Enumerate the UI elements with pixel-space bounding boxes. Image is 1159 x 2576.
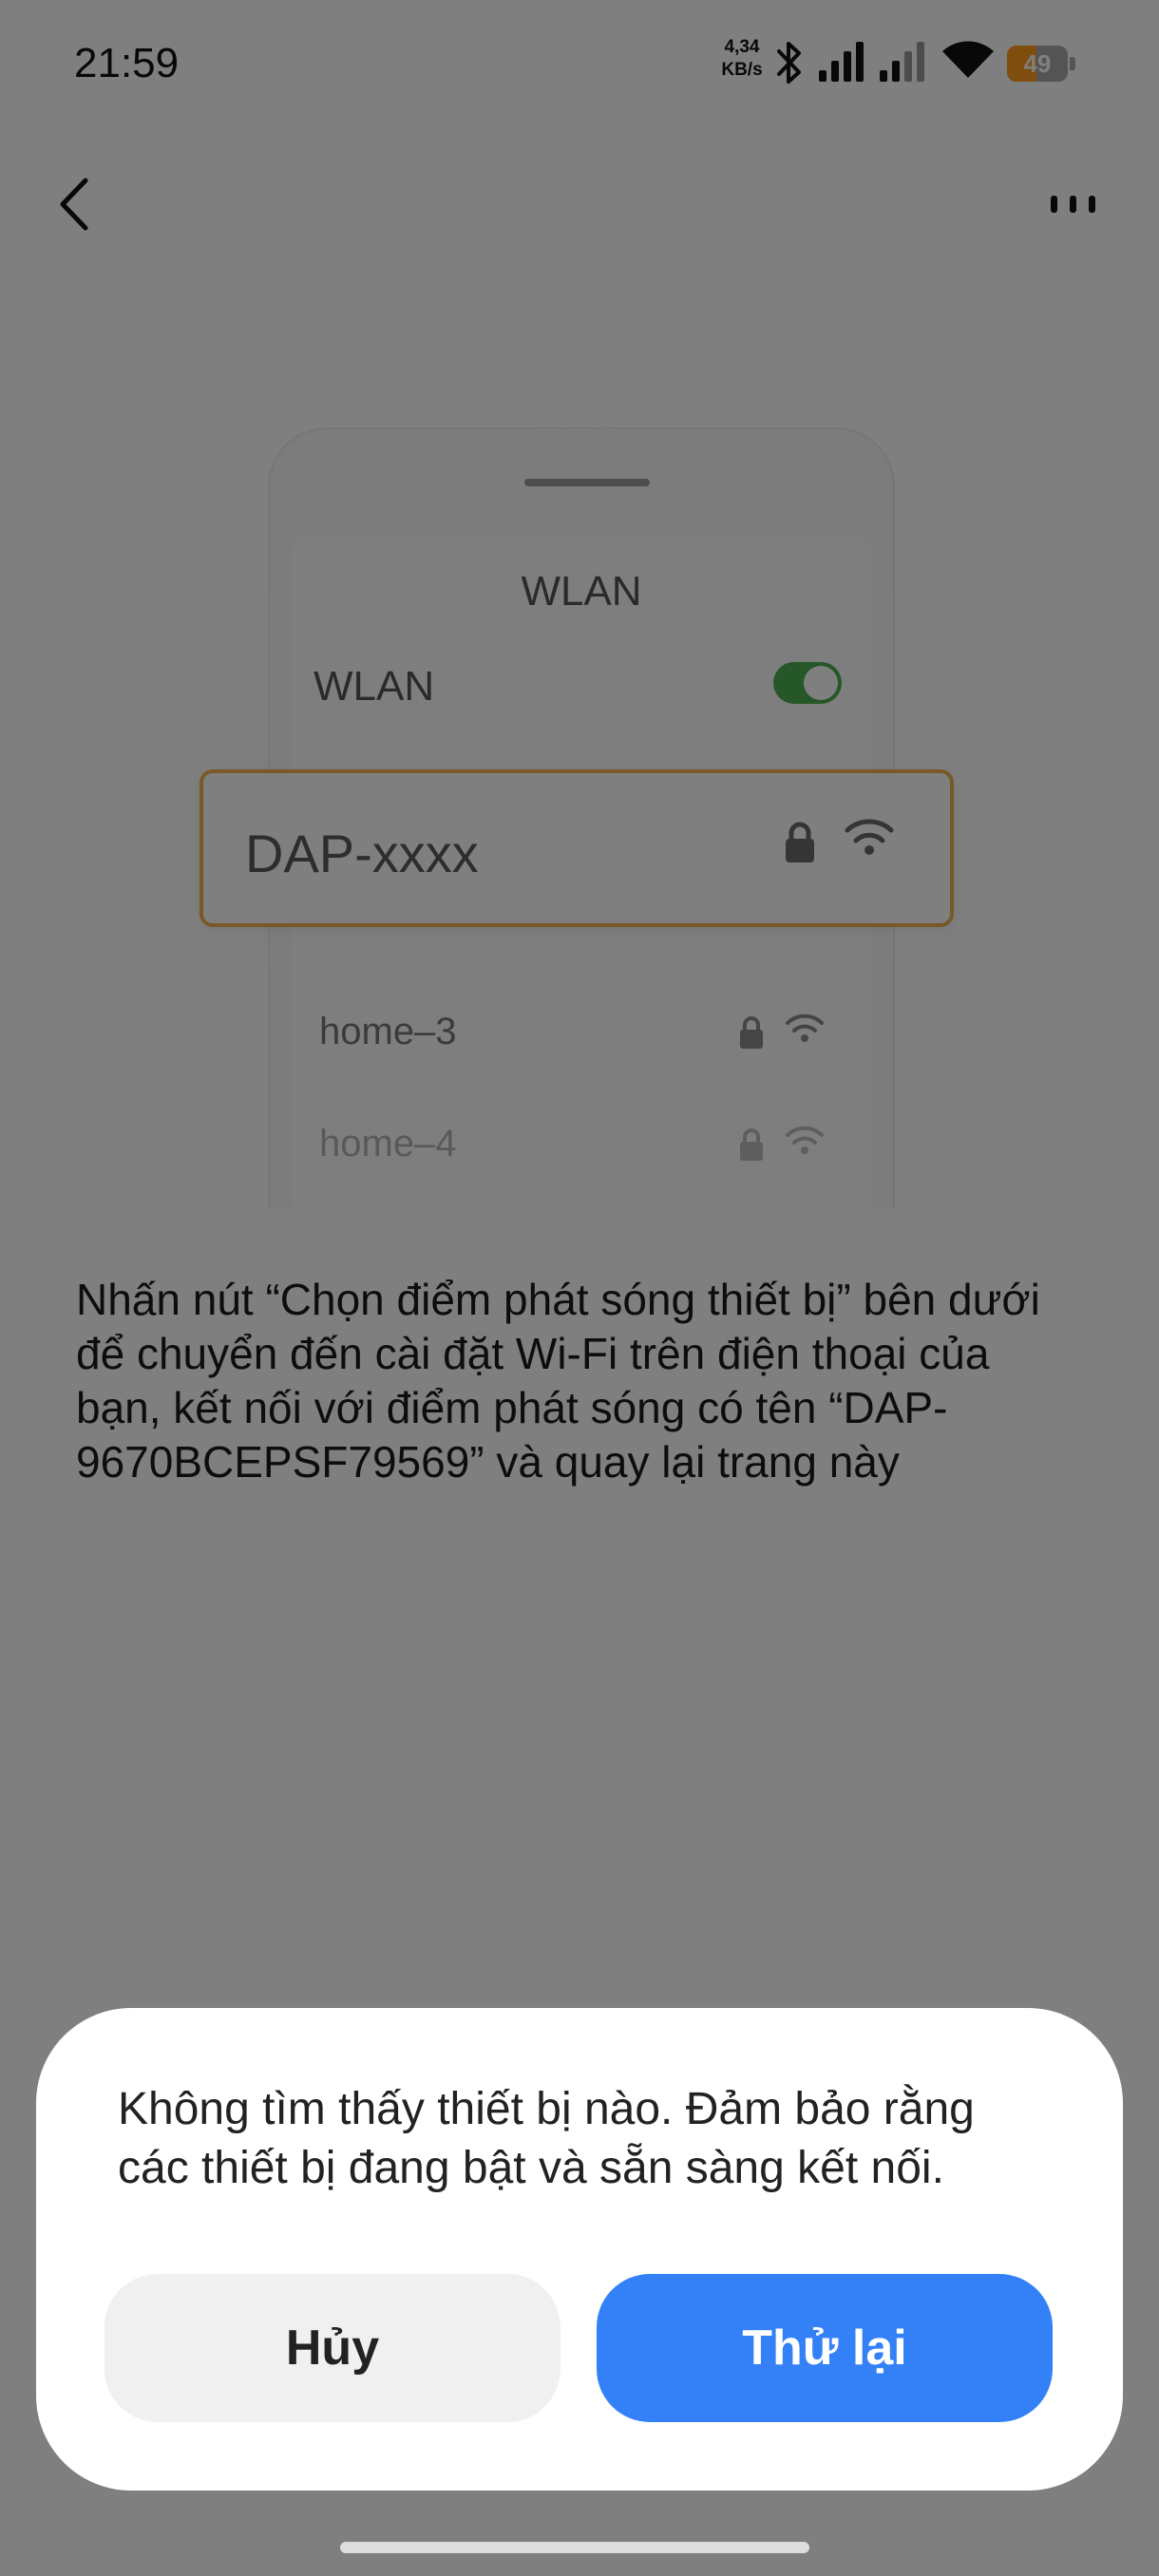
- no-device-dialog: Không tìm thấy thiết bị nào. Đảm bảo rằn…: [36, 2008, 1123, 2491]
- cancel-button[interactable]: Hủy: [104, 2274, 560, 2422]
- home-indicator[interactable]: [340, 2542, 809, 2553]
- dialog-message: Không tìm thấy thiết bị nào. Đảm bảo rằn…: [118, 2084, 975, 2193]
- retry-button[interactable]: Thử lại: [597, 2274, 1053, 2422]
